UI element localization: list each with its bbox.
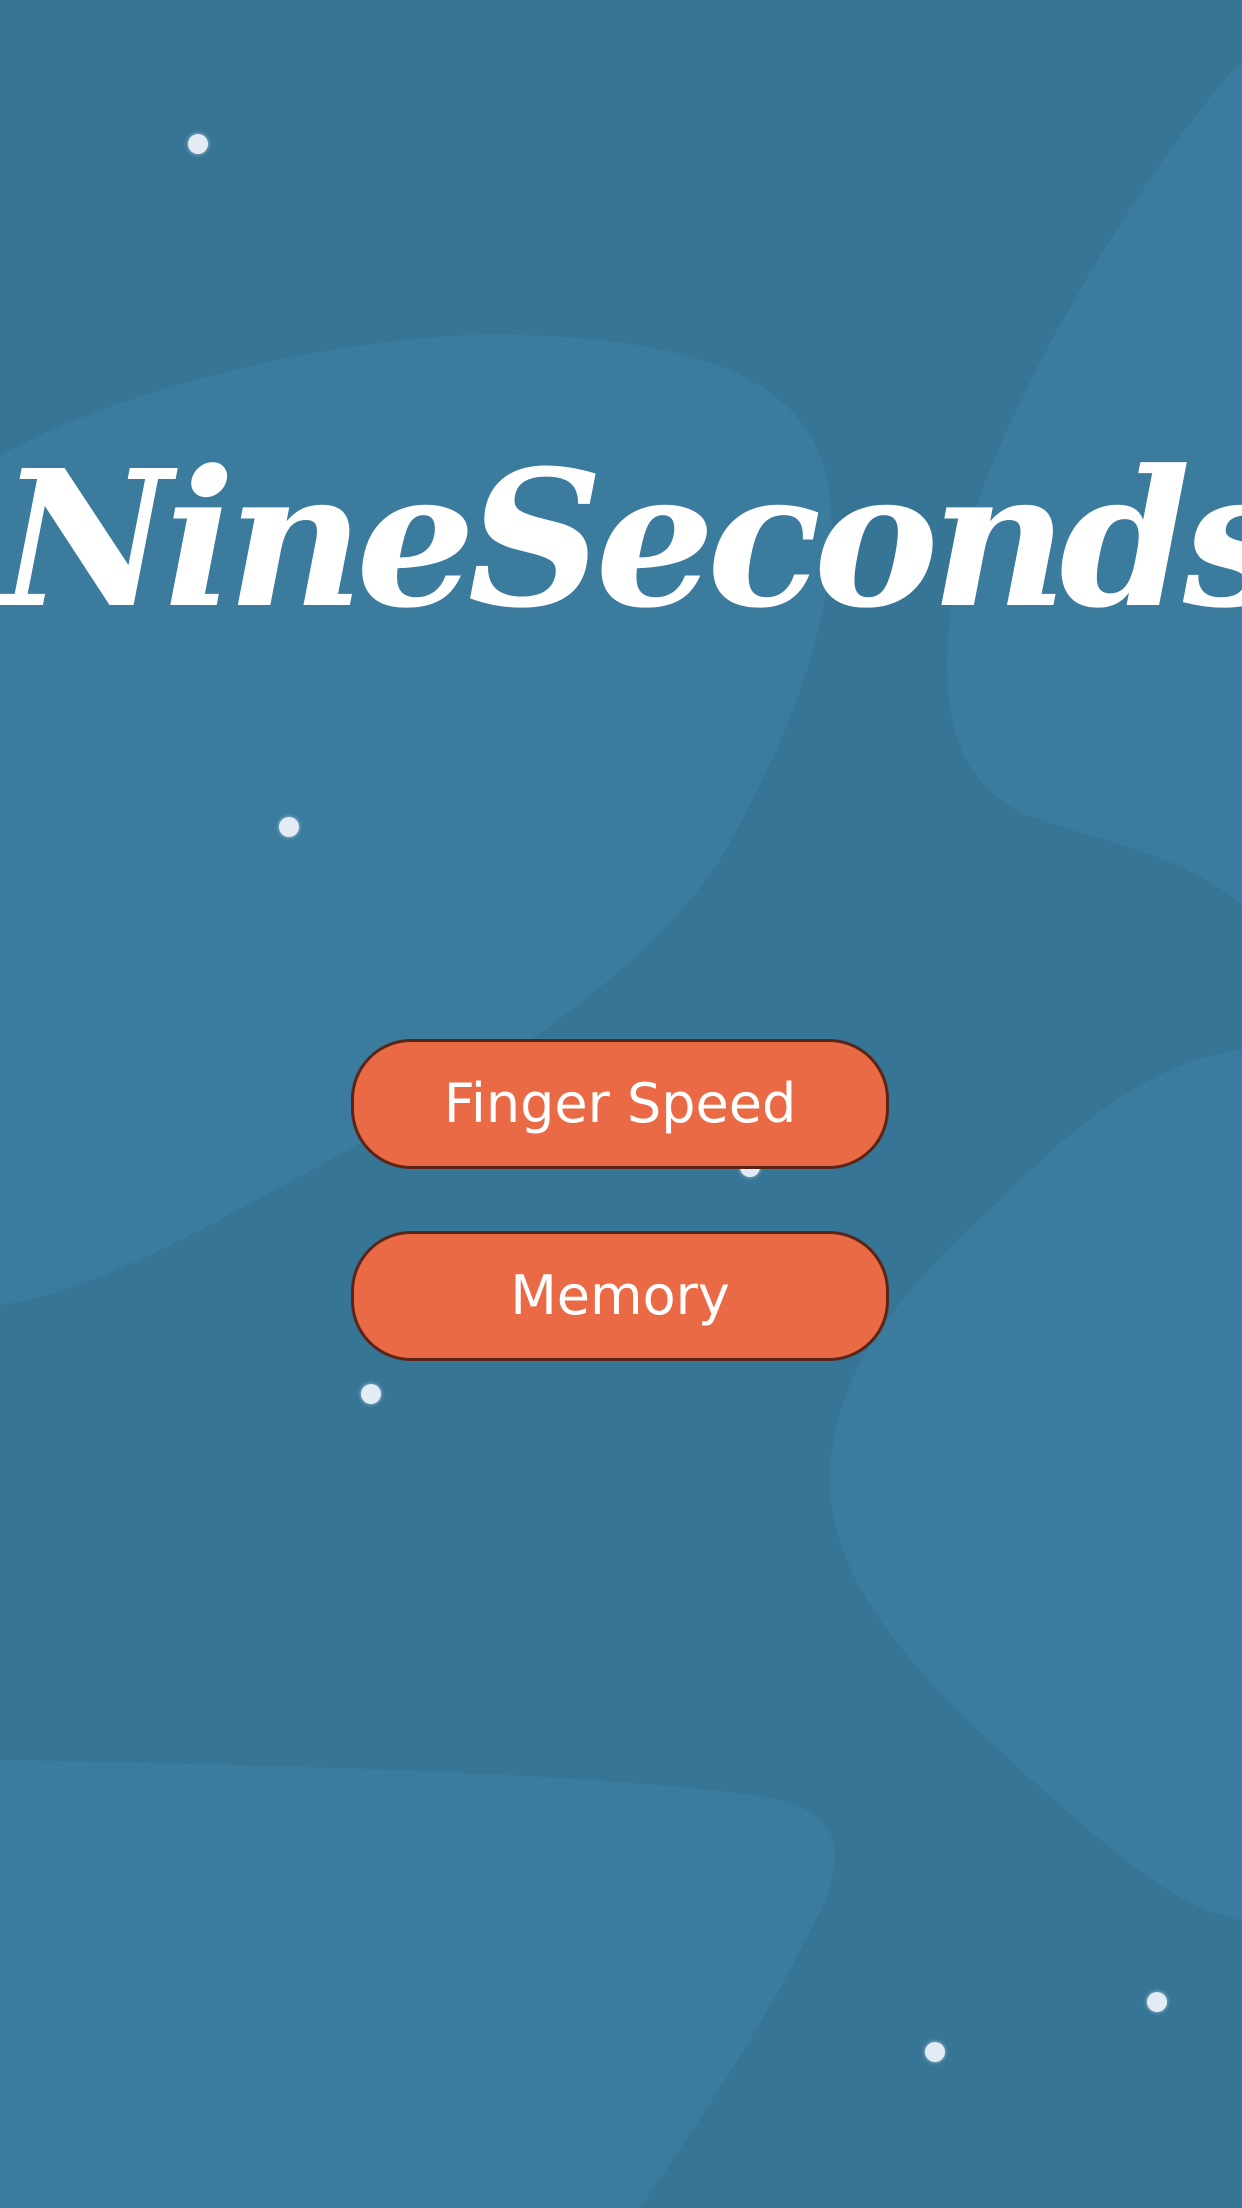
decorative-dot	[1147, 1992, 1167, 2012]
decorative-dot	[279, 817, 299, 837]
decorative-dot	[188, 134, 208, 154]
app-title-logo: NineSeconds	[0, 429, 1242, 650]
background-blob-right	[829, 1050, 1242, 1920]
finger-speed-button[interactable]: Finger Speed	[351, 1039, 889, 1169]
decorative-dot	[925, 2042, 945, 2062]
memory-button[interactable]: Memory	[351, 1231, 889, 1361]
decorative-dot	[361, 1384, 381, 1404]
background-blob-bottom	[0, 1760, 835, 2208]
